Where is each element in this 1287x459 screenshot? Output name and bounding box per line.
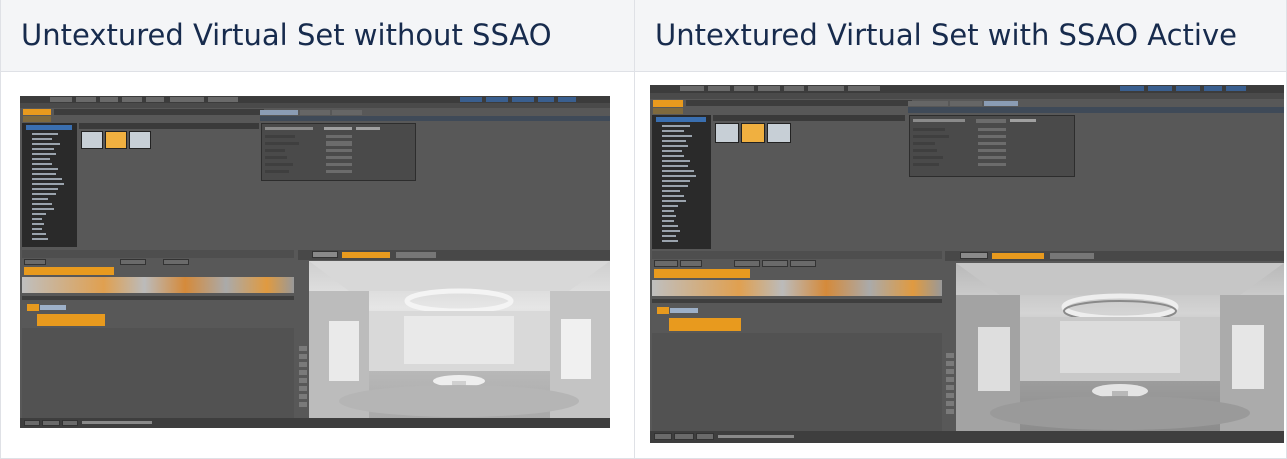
root-node	[669, 318, 741, 331]
cell-with-ssao	[635, 73, 1286, 459]
mode-buttons	[653, 100, 683, 107]
column-header-without-ssao: Untextured Virtual Set without SSAO	[0, 0, 634, 72]
ssao-settings-panel	[261, 123, 416, 181]
top-menu-bar	[20, 96, 610, 103]
top-menu-bar	[650, 85, 1284, 93]
ssao-settings-panel	[909, 115, 1075, 177]
toolbar-strip	[20, 103, 610, 108]
toolbar-strip	[650, 93, 1284, 99]
header-text: Untextured Virtual Set without SSAO	[21, 18, 552, 52]
screenshot-without-ssao	[20, 96, 610, 428]
plugin-icon-row	[22, 277, 294, 293]
mode-buttons	[23, 109, 51, 115]
column-header-with-ssao: Untextured Virtual Set with SSAO Active	[634, 0, 1287, 72]
root-node	[37, 314, 105, 326]
scene-tree-panel	[22, 123, 77, 247]
cell-without-ssao	[1, 73, 634, 459]
plugin-icon-row	[652, 280, 942, 296]
render-viewport	[309, 261, 610, 418]
scene-tree-panel	[652, 115, 711, 249]
screenshot-with-ssao	[650, 85, 1284, 443]
header-text: Untextured Virtual Set with SSAO Active	[655, 18, 1237, 52]
comparison-table: Untextured Virtual Set without SSAO Unte…	[0, 0, 1287, 459]
render-viewport	[956, 263, 1284, 431]
